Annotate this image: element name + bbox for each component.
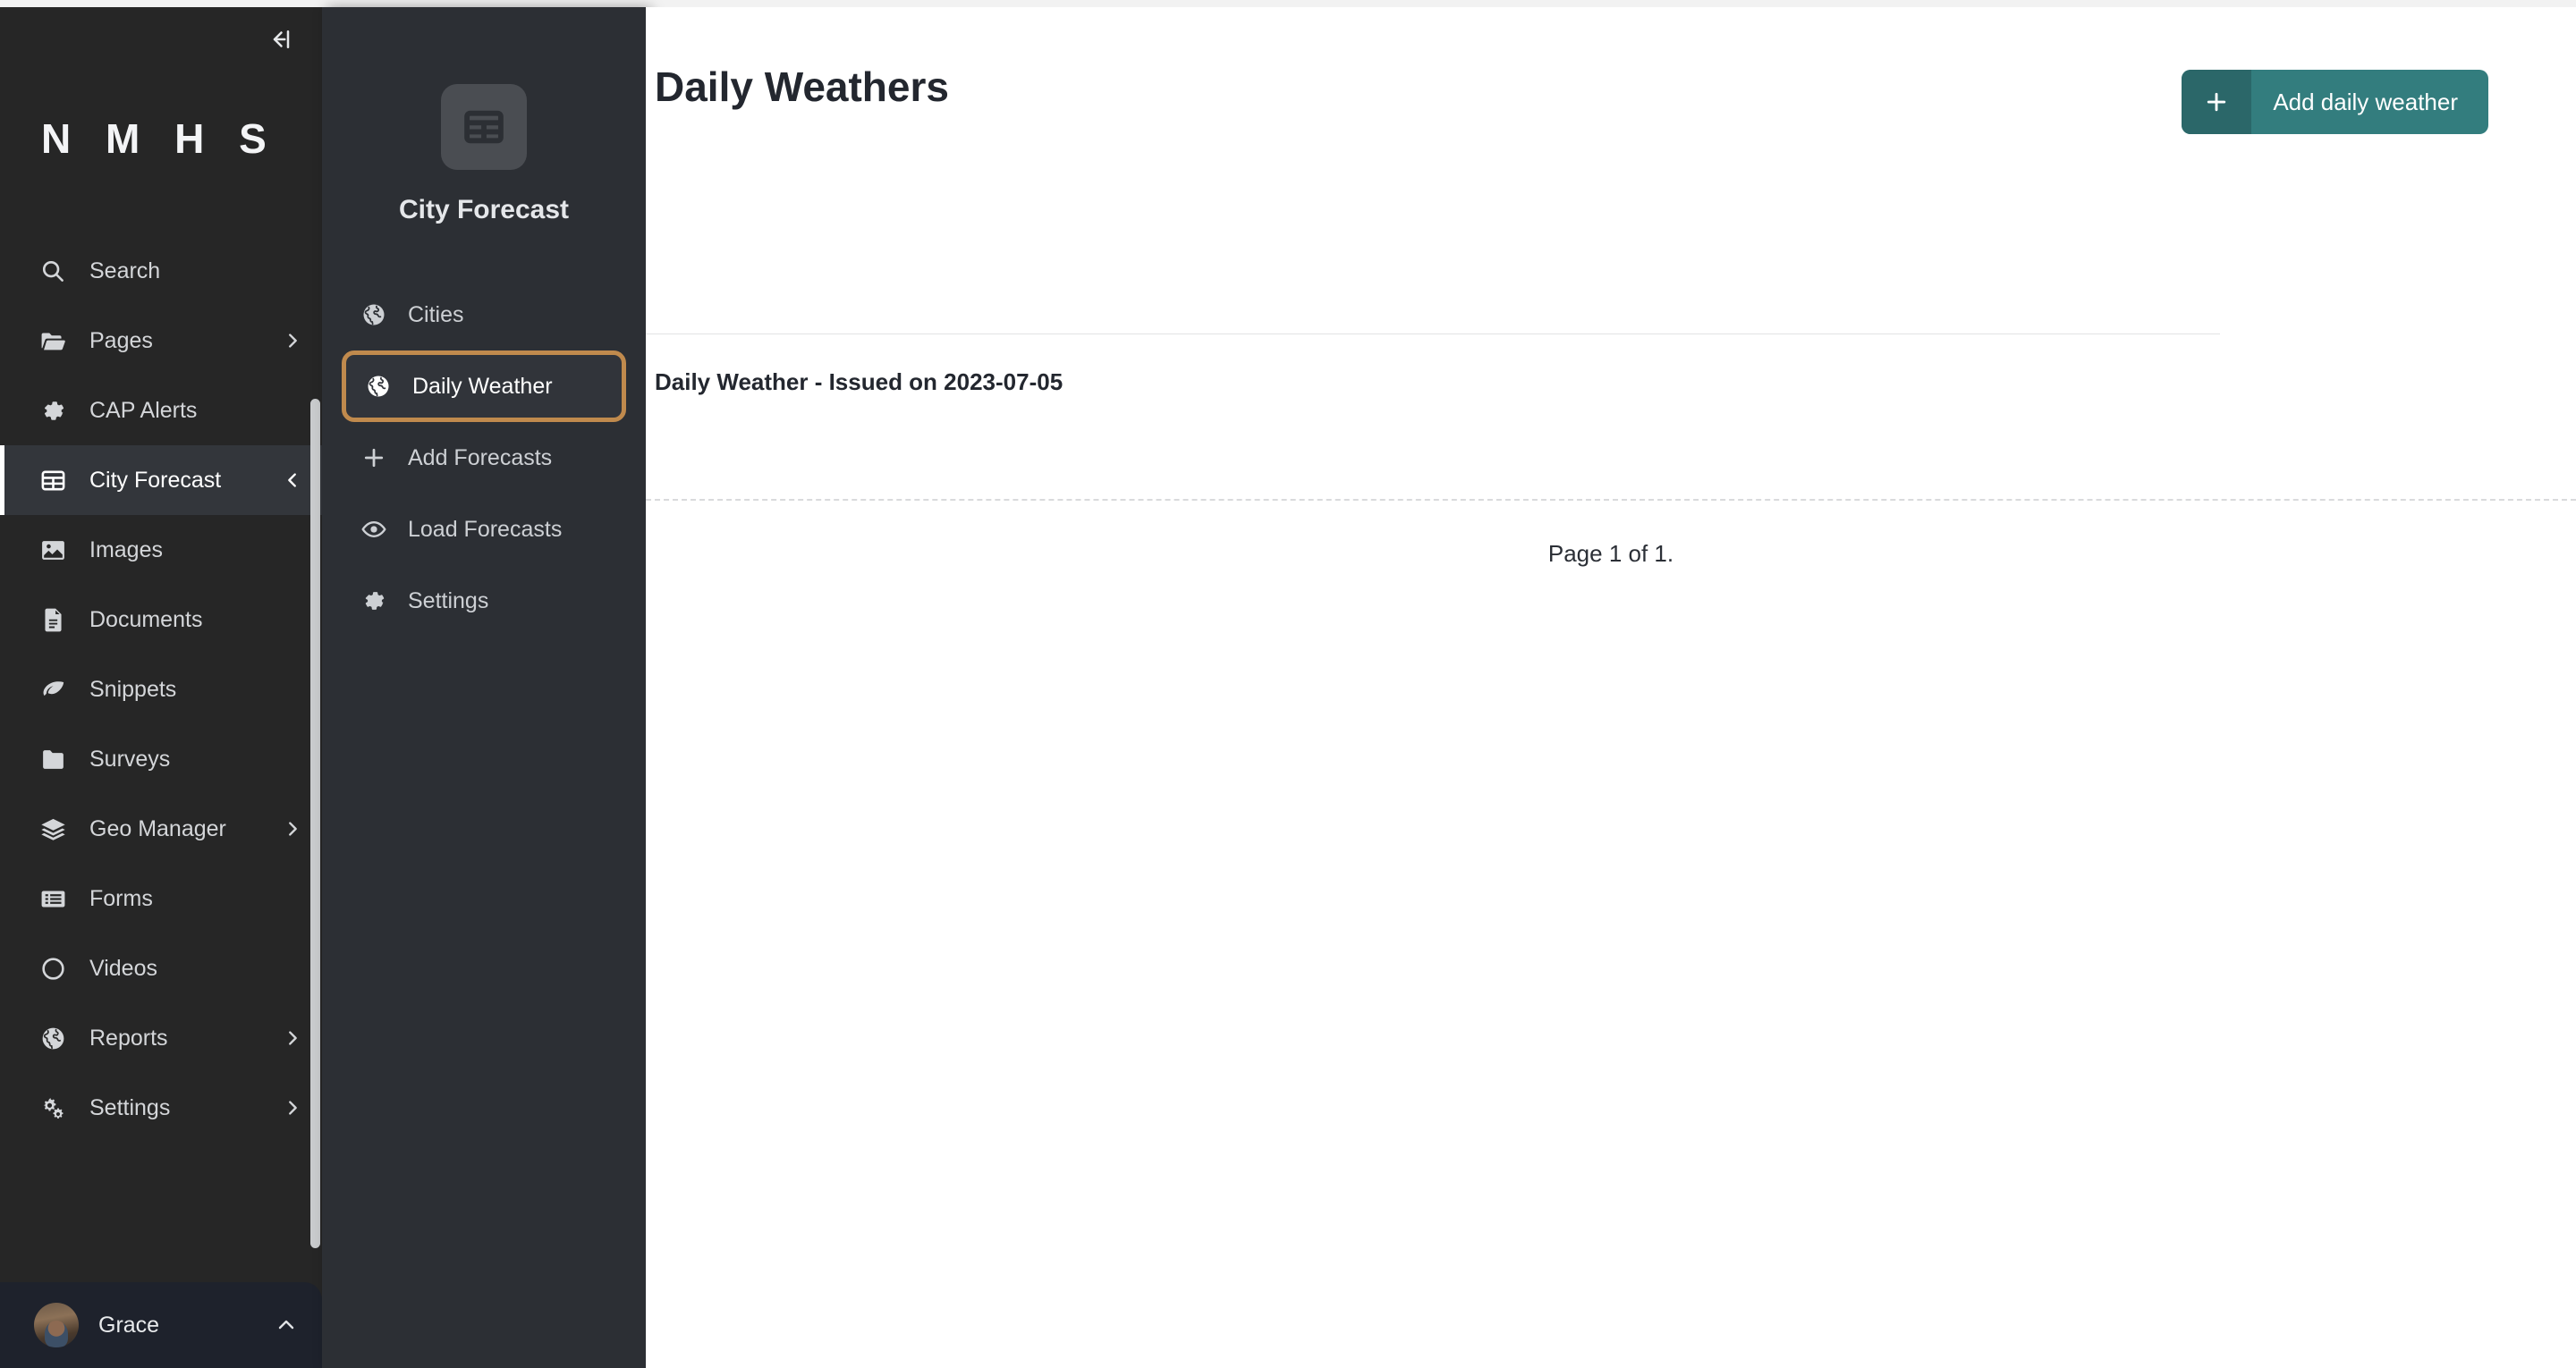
submenu-item-label: Daily Weather [412, 373, 553, 399]
sidebar-item-cap-alerts[interactable]: CAP Alerts [0, 376, 322, 445]
sidebar-item-pages[interactable]: Pages [0, 306, 322, 376]
sidebar-item-label: Surveys [89, 746, 171, 772]
collapse-left-icon[interactable] [259, 20, 299, 59]
submenu-item-label: Settings [408, 587, 489, 613]
form-list-icon [34, 880, 72, 917]
sidebar-item-snippets[interactable]: Snippets [0, 654, 322, 724]
chevron-right-icon [283, 331, 302, 350]
content-divider-dashed [646, 499, 2576, 501]
chevron-up-icon [275, 1314, 297, 1336]
submenu-item-cities[interactable]: Cities [342, 279, 626, 350]
sidebar-scrollbar-track[interactable] [309, 14, 322, 1368]
submenu-item-add-forecasts[interactable]: Add Forecasts [342, 422, 626, 494]
leaf-icon [34, 671, 72, 708]
folder-icon [34, 740, 72, 778]
image-icon [34, 531, 72, 569]
sidebar-item-city-forecast[interactable]: City Forecast [0, 445, 322, 515]
add-daily-weather-button[interactable]: Add daily weather [2182, 70, 2488, 134]
sidebar-scrollbar-thumb[interactable] [310, 399, 320, 1248]
avatar [34, 1303, 79, 1347]
primary-sidebar: N M H S Search Pages CAP Alerts City For… [0, 7, 322, 1368]
sidebar-item-reports[interactable]: Reports [0, 1003, 322, 1073]
globe-icon [34, 1019, 72, 1057]
sidebar-nav: Search Pages CAP Alerts City Forecast Im… [0, 206, 322, 1143]
sidebar-item-label: Snippets [89, 676, 177, 702]
sidebar-item-forms[interactable]: Forms [0, 864, 322, 933]
gear-icon [34, 392, 72, 429]
globe-icon [356, 297, 392, 333]
sidebar-item-images[interactable]: Images [0, 515, 322, 585]
sidebar-item-label: CAP Alerts [89, 397, 198, 423]
window-top-strip [0, 0, 2576, 7]
submenu-item-label: Load Forecasts [408, 516, 563, 542]
table-icon [34, 461, 72, 499]
pagination-status: Page 1 of 1. [646, 540, 2576, 568]
chevron-right-icon [283, 819, 302, 839]
sidebar-item-label: City Forecast [89, 467, 222, 493]
chevron-right-icon [283, 1098, 302, 1118]
chevron-right-icon [283, 1028, 302, 1048]
submenu-item-label: Add Forecasts [408, 444, 553, 470]
list-item[interactable]: Daily Weather - Issued on 2023-07-05 [655, 368, 1063, 396]
submenu-item-load-forecasts[interactable]: Load Forecasts [342, 494, 626, 565]
submenu-item-label: Cities [408, 301, 464, 327]
page-title: Daily Weathers [655, 63, 949, 110]
sidebar-item-label: Geo Manager [89, 815, 226, 841]
add-daily-weather-label: Add daily weather [2273, 88, 2458, 115]
sidebar-item-search[interactable]: Search [0, 236, 322, 306]
sidebar-item-label: Reports [89, 1025, 168, 1051]
table-icon [441, 84, 527, 170]
city-forecast-submenu-panel: City Forecast Cities Daily Weather Add F… [322, 7, 646, 1368]
plus-icon [2182, 70, 2252, 134]
sidebar-item-surveys[interactable]: Surveys [0, 724, 322, 794]
plus-icon [356, 440, 392, 476]
app-root: N M H S Search Pages CAP Alerts City For… [0, 0, 2576, 1368]
user-name: Grace [98, 1312, 160, 1338]
eye-icon [356, 511, 392, 547]
sidebar-item-videos[interactable]: Videos [0, 933, 322, 1003]
submenu-item-settings[interactable]: Settings [342, 565, 626, 637]
submenu-title: City Forecast [398, 195, 570, 224]
gears-icon [34, 1089, 72, 1127]
sidebar-collapse-row [0, 7, 322, 72]
sidebar-item-label: Pages [89, 327, 153, 353]
brand-logo[interactable]: N M H S [0, 72, 322, 206]
chevron-left-icon [283, 470, 302, 490]
brand-name: N M H S [41, 115, 278, 162]
document-icon [34, 601, 72, 638]
search-icon [34, 252, 72, 290]
circle-icon [34, 950, 72, 987]
sidebar-item-label: Images [89, 536, 163, 562]
sidebar-item-label: Videos [89, 955, 157, 981]
sidebar-item-label: Documents [89, 606, 203, 632]
sidebar-item-label: Search [89, 258, 161, 283]
globe-icon [360, 368, 396, 404]
submenu-item-daily-weather[interactable]: Daily Weather [342, 350, 626, 422]
sidebar-item-geo-manager[interactable]: Geo Manager [0, 794, 322, 864]
sidebar-item-documents[interactable]: Documents [0, 585, 322, 654]
user-menu[interactable]: Grace [0, 1282, 322, 1368]
sidebar-item-label: Forms [89, 885, 153, 911]
sidebar-item-label: Settings [89, 1094, 171, 1120]
pagination-label: Page 1 of 1. [1547, 540, 1674, 567]
main-content: Daily Weathers Add daily weather Daily W… [646, 7, 2576, 1368]
folder-open-icon [34, 322, 72, 359]
submenu-list: Cities Daily Weather Add Forecasts Load … [322, 279, 646, 637]
sidebar-item-settings[interactable]: Settings [0, 1073, 322, 1143]
submenu-header: City Forecast [322, 7, 646, 225]
layers-icon [34, 810, 72, 848]
gear-icon [356, 583, 392, 619]
